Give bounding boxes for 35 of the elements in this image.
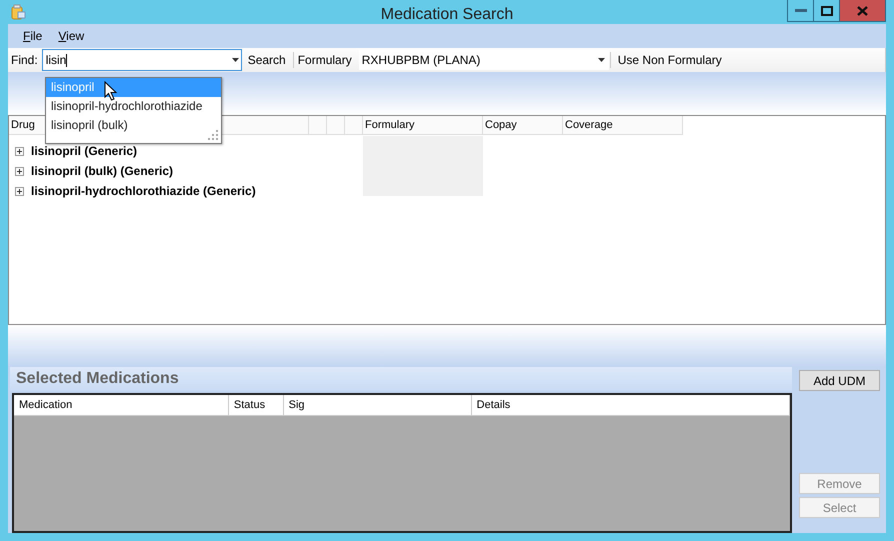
pointer-cursor-icon <box>104 81 118 101</box>
column-header[interactable]: Medication <box>19 399 72 411</box>
minimize-icon <box>794 8 806 12</box>
close-button[interactable] <box>840 0 885 21</box>
resize-grip-icon <box>208 130 218 140</box>
dropdown-arrow-icon <box>232 58 239 62</box>
drug-name[interactable]: lisinopril (bulk) (Generic) <box>31 164 174 178</box>
column-header[interactable]: Status <box>234 399 266 411</box>
expander-icon[interactable] <box>15 146 24 156</box>
menu-item[interactable]: File <box>15 29 50 43</box>
non-formulary-button[interactable]: Use Non Formulary <box>612 50 728 70</box>
maximize-icon <box>820 6 832 16</box>
suggestion-item[interactable]: lisinopril (bulk) <box>46 116 221 135</box>
close-icon <box>857 6 868 16</box>
column-header[interactable]: Sig <box>288 399 305 411</box>
find-label: Find: <box>10 53 39 67</box>
expander-icon[interactable] <box>15 186 24 196</box>
dropdown-arrow-icon <box>598 58 605 62</box>
column-header[interactable]: Copay <box>483 116 563 135</box>
formulary-combo[interactable]: RXHUBPBM (PLANA) <box>358 50 609 70</box>
section-title: Selected Medications <box>10 367 792 391</box>
action-button[interactable]: Add UDM <box>799 370 880 391</box>
column-header[interactable]: Details <box>476 399 510 411</box>
find-combo[interactable]: lisin <box>42 49 242 71</box>
app-icon <box>10 4 26 20</box>
search-button[interactable]: Search <box>242 50 292 70</box>
window-title: Medication Search <box>380 6 514 24</box>
formulary-label: Formulary <box>296 53 353 67</box>
suggestion-item[interactable]: lisinopril-hydrochlorothiazide <box>46 97 221 116</box>
drug-name[interactable]: lisinopril (Generic) <box>31 144 138 158</box>
expander-icon[interactable] <box>15 166 24 176</box>
drug-name[interactable]: lisinopril-hydrochlorothiazide (Generic) <box>31 184 256 198</box>
column-header[interactable]: Formulary <box>363 116 483 135</box>
column-header[interactable]: Coverage <box>563 116 683 135</box>
menu-item[interactable]: View <box>50 29 92 43</box>
